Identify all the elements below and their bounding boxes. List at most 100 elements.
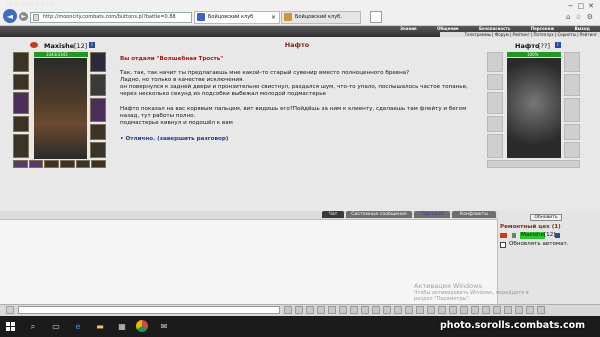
toolbar-icon[interactable] [515, 306, 523, 314]
speech-line: подмастерье кивнул и подошёл к вам [120, 120, 233, 126]
toolbar-icon[interactable] [394, 306, 402, 314]
windows-start-icon[interactable] [6, 322, 15, 331]
close-icon[interactable]: × [271, 12, 276, 23]
tab-active[interactable]: Бойцовский клуб × [194, 11, 280, 24]
window-controls[interactable]: −□✕ [560, 2, 598, 10]
given-item-line: Вы отдали "Волшебная Трость" [120, 56, 223, 63]
equip-slot[interactable] [90, 74, 106, 96]
equip-slot[interactable] [13, 116, 29, 132]
chrome-icon[interactable] [136, 320, 148, 332]
mail-icon[interactable]: ✉ [158, 322, 170, 331]
toolbar-icon[interactable] [537, 306, 545, 314]
toolbar-icon[interactable] [416, 306, 424, 314]
dialog-panel: Нафто Вы отдали "Волшебная Трость" Так, … [112, 42, 482, 210]
tab-conflicts[interactable]: Конфликты [452, 211, 496, 218]
given-item: "Волшебная Трость" [156, 56, 224, 62]
info-icon[interactable] [555, 233, 560, 238]
toolbar-icon[interactable] [427, 306, 435, 314]
tab-label: Бойцовский клуб. [295, 14, 342, 20]
toolbar-icon[interactable] [339, 306, 347, 314]
activation-line: раздел "Параметры". [414, 296, 471, 302]
empty-slot [487, 92, 503, 114]
smile-icon[interactable] [6, 306, 14, 314]
toolbar-icon[interactable] [317, 306, 325, 314]
info-icon[interactable]: i [555, 42, 561, 48]
speech-line: он повернулся к задней двери и пронзител… [120, 84, 468, 90]
equip-slot[interactable] [90, 124, 106, 140]
toolbar-icon[interactable] [471, 306, 479, 314]
speech-line: через несколько секунд из подсобки выбеж… [120, 91, 326, 97]
empty-slot [487, 74, 503, 90]
room-member-name[interactable]: Maxishe [520, 232, 546, 239]
speech-line: Ладно, но только в качестве исключения. [120, 77, 245, 83]
toolbar-icon[interactable] [372, 306, 380, 314]
edge-icon[interactable]: e [72, 322, 84, 331]
equip-slot[interactable] [13, 92, 29, 114]
chat-toolbar [284, 306, 590, 314]
store-icon[interactable]: ▦ [116, 322, 128, 331]
tab-chat[interactable]: Чат [322, 211, 344, 218]
empty-slot [564, 142, 580, 158]
toolbar-icon[interactable] [449, 306, 457, 314]
room-title: Ремонтный цех (1) [500, 224, 561, 230]
npc-name[interactable]: Нафто [515, 42, 540, 50]
auto-refresh-label: Обновлять автомат. [509, 241, 569, 247]
tab-favicon-icon [284, 13, 292, 21]
player-hp-text: 3343/3343 [46, 52, 68, 57]
activation-text: Чтобы активировать Windows, перейдите в … [414, 290, 594, 302]
player-portrait[interactable] [34, 58, 87, 159]
address-bar[interactable]: http://mooncity.combats.com/buttons.pl?b… [30, 12, 192, 23]
empty-slot [564, 124, 580, 140]
equip-slot[interactable] [13, 52, 29, 72]
empty-slot [564, 98, 580, 122]
toolbar-icon[interactable] [493, 306, 501, 314]
search-icon[interactable]: ⌕ [27, 322, 39, 331]
npc-speech-1: Так, так, так начит ты предлагаешь мне к… [120, 70, 482, 98]
toolbar-icon[interactable] [284, 306, 292, 314]
equip-slot[interactable] [90, 52, 106, 72]
dialog-title: Нафто [284, 41, 310, 49]
toolbar-icon[interactable] [295, 306, 303, 314]
toolbar-icon[interactable] [306, 306, 314, 314]
back-arrow-icon[interactable]: ◄ [3, 9, 17, 23]
equip-slot[interactable] [13, 74, 29, 90]
toolbar-icon[interactable] [526, 306, 534, 314]
toolbar-icon[interactable] [350, 306, 358, 314]
npc-belt-slots [487, 160, 580, 168]
toolbar-icon[interactable] [504, 306, 512, 314]
equip-slot[interactable] [90, 142, 106, 158]
empty-slot [487, 134, 503, 158]
game-logo: MOONCITY [6, 1, 57, 9]
toolbar-icon[interactable] [361, 306, 369, 314]
tab-favicon-icon [197, 13, 205, 21]
clan-icon [30, 42, 38, 48]
new-tab-button[interactable] [370, 11, 382, 23]
toolbar-icon[interactable] [328, 306, 336, 314]
forward-arrow-icon[interactable]: ► [19, 12, 28, 21]
chat-input[interactable] [18, 306, 280, 314]
tab-trade[interactable]: Торговля [414, 211, 450, 218]
toolbar-icon[interactable] [383, 306, 391, 314]
answer-option-link[interactable]: • Отлично. (завершить разговор) [120, 136, 228, 143]
auto-refresh-checkbox[interactable] [500, 242, 506, 248]
browser-toolbar-icons[interactable]: ⌂☆⚙ [540, 13, 598, 22]
menu-item[interactable]: Знания [400, 26, 416, 32]
refresh-button[interactable]: Обновить [530, 214, 562, 221]
tab-inactive[interactable]: Бойцовский клуб. [281, 11, 361, 24]
toolbar-icon[interactable] [405, 306, 413, 314]
task-view-icon[interactable]: ▭ [50, 322, 62, 331]
equip-slot[interactable] [90, 98, 106, 122]
toolbar-icon[interactable] [482, 306, 490, 314]
player-name[interactable]: Maxishe [44, 42, 74, 50]
info-icon[interactable]: i [89, 42, 95, 48]
status-icon [512, 233, 516, 238]
room-member-level: [12] [544, 232, 556, 238]
tab-system-messages[interactable]: Системные сообщения [346, 211, 412, 218]
toolbar-icon[interactable] [460, 306, 468, 314]
explorer-icon[interactable]: ▬ [94, 322, 106, 331]
toolbar-icon[interactable] [438, 306, 446, 314]
equip-slot[interactable] [13, 134, 29, 158]
empty-slot [564, 52, 580, 72]
npc-speech-2: Нафто показал на вас корявым пальцем, ви… [120, 106, 482, 127]
given-prefix: Вы отдали [120, 56, 155, 62]
